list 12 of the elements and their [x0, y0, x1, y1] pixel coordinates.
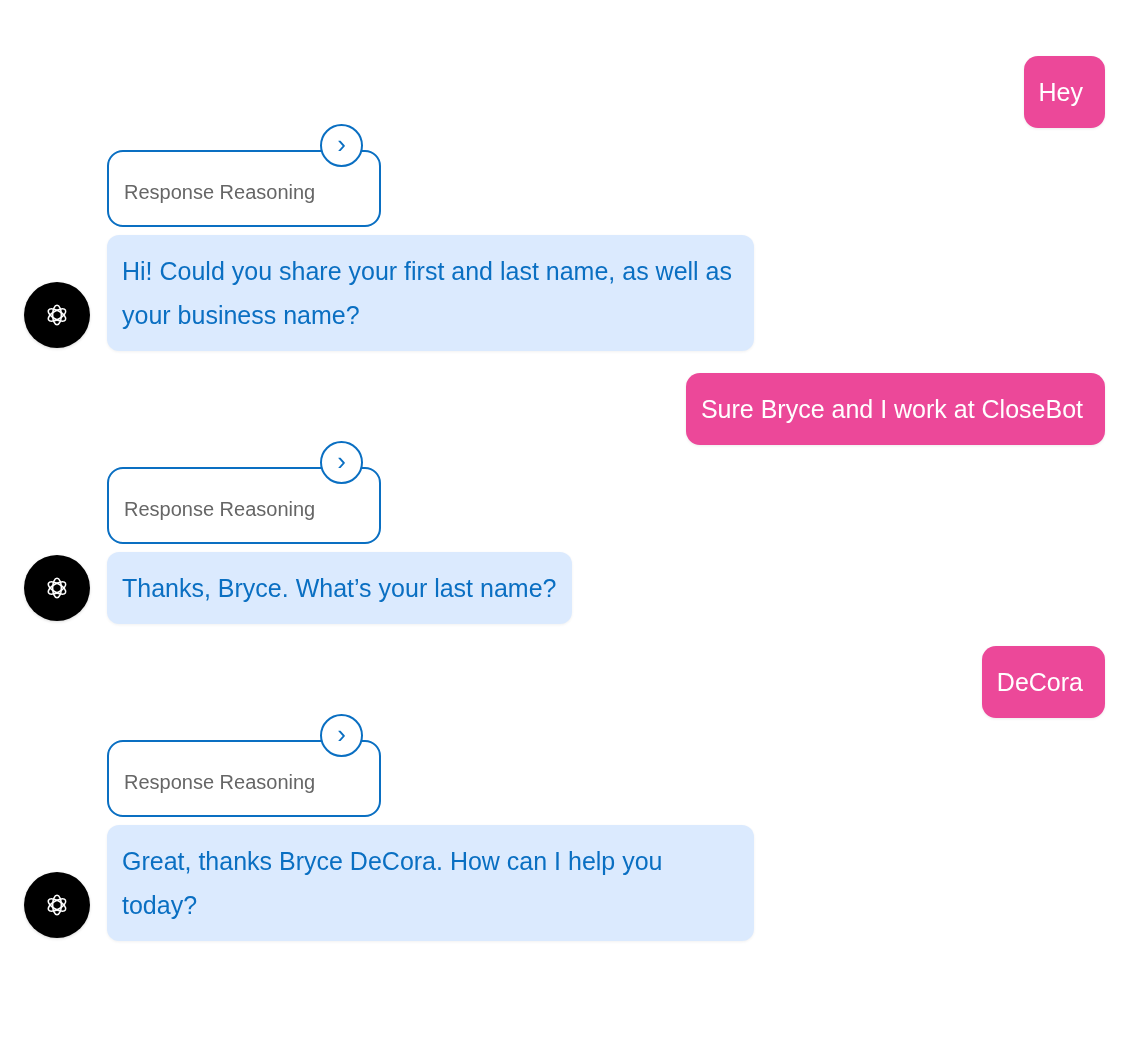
response-reasoning-button[interactable]: Response Reasoning — [107, 150, 381, 227]
bot-message: Thanks, Bryce. What’s your last name? — [107, 552, 573, 624]
bot-message: Great, thanks Bryce DeCora. How can I help you today? — [107, 825, 754, 941]
bot-message: Hi! Could you share your first and last name, as well as your business name? — [107, 235, 754, 351]
response-reasoning-button[interactable]: Response Reasoning — [107, 467, 381, 544]
user-message: Hey — [1023, 56, 1105, 128]
user-message: Sure Bryce and I work at CloseBot — [685, 373, 1105, 445]
bot-avatar-icon — [24, 872, 90, 938]
bot-avatar-icon — [24, 282, 90, 348]
bot-avatar-icon — [24, 555, 90, 621]
response-reasoning-button[interactable]: Response Reasoning — [107, 740, 381, 817]
user-message: DeCora — [981, 646, 1105, 718]
